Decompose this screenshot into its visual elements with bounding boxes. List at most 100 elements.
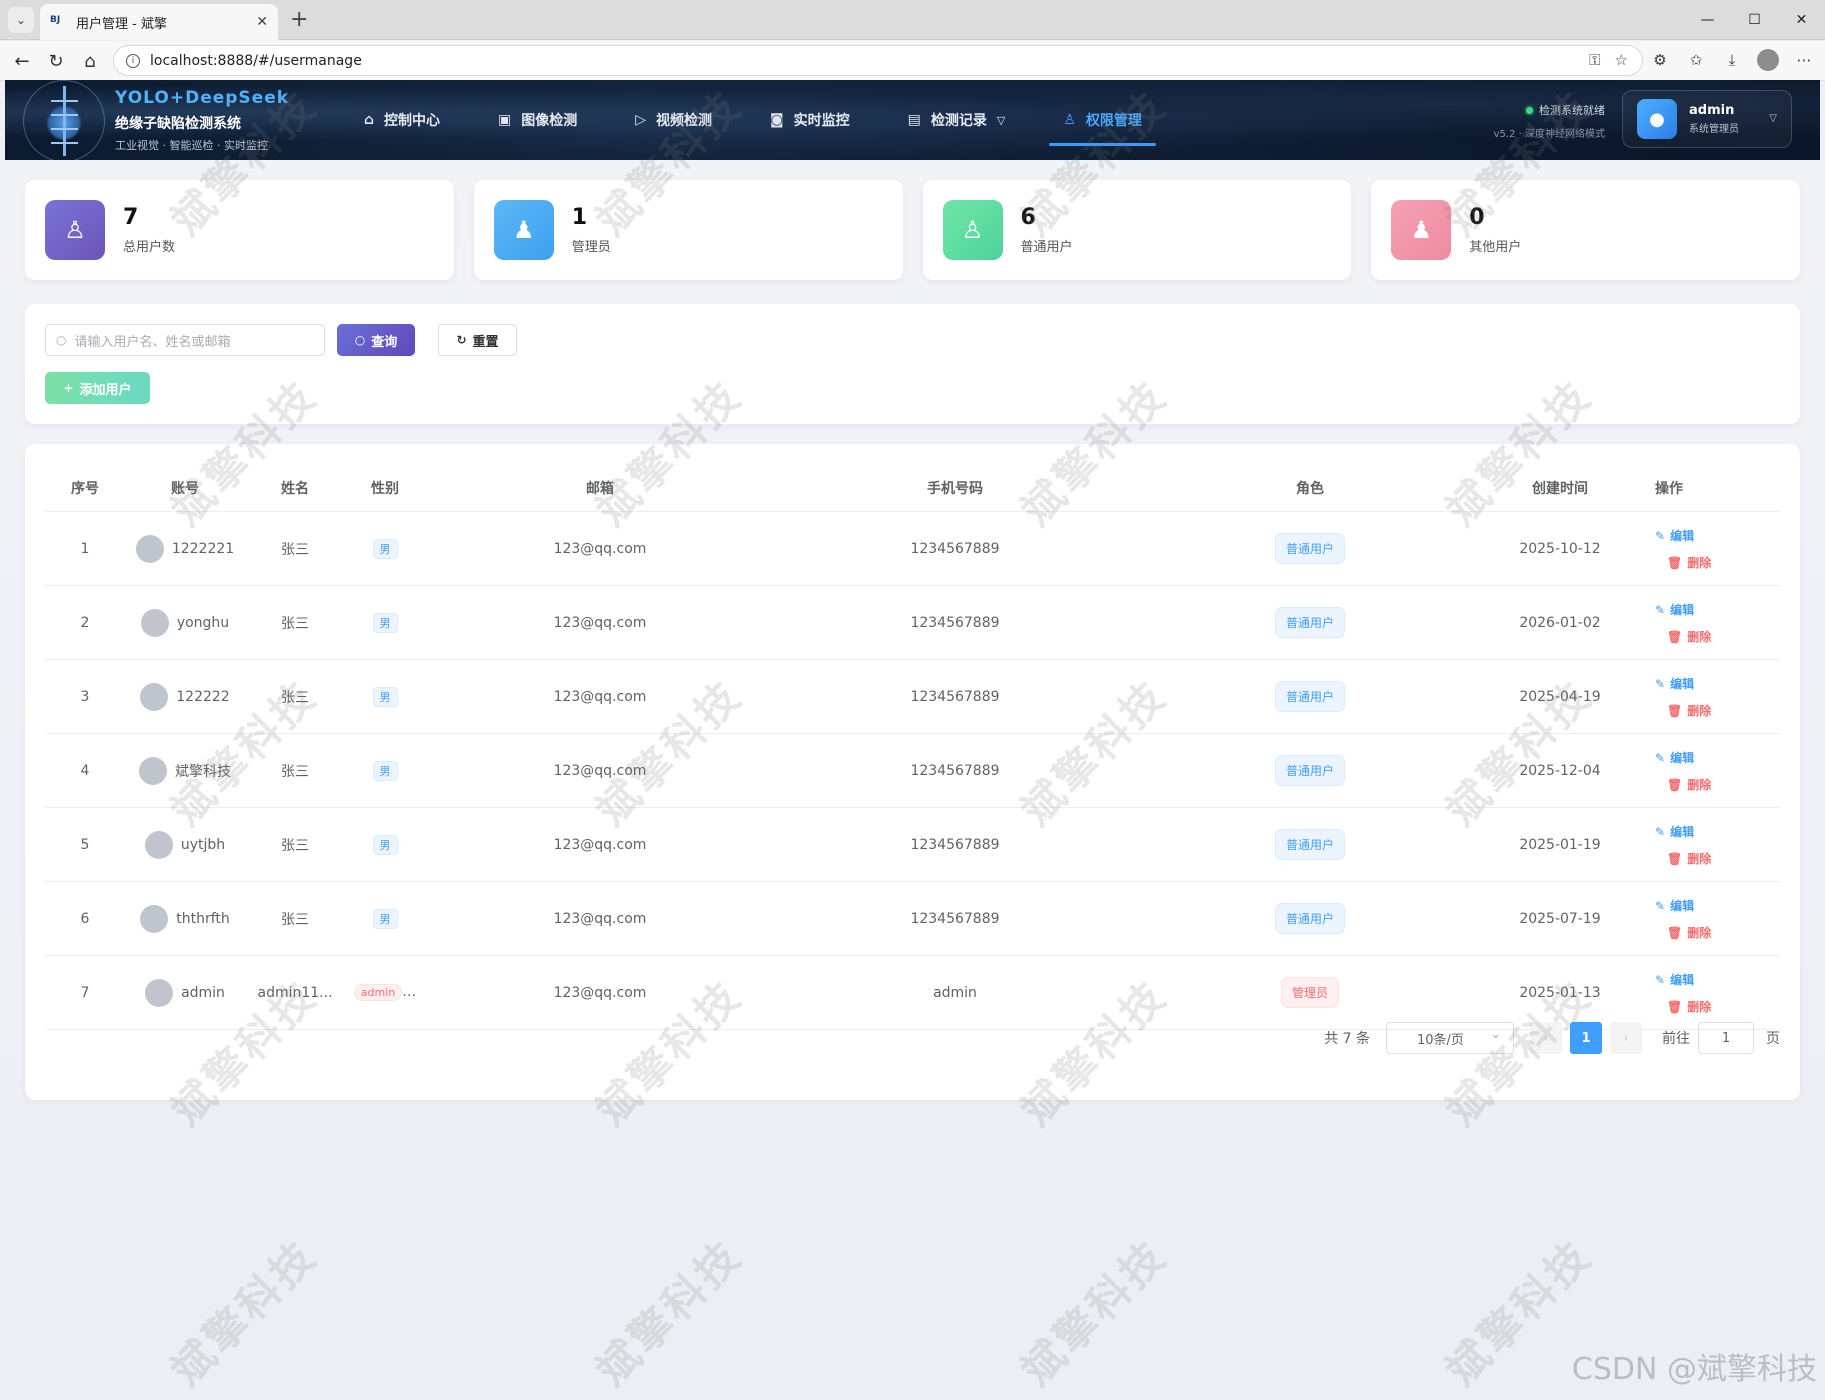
- edit-icon: ✎: [1655, 972, 1666, 987]
- more-menu-icon[interactable]: ⋯: [1793, 51, 1815, 69]
- close-tab-icon[interactable]: ✕: [256, 14, 268, 30]
- search-input[interactable]: ○ 请输入用户名、姓名或邮箱: [45, 324, 325, 356]
- add-user-button[interactable]: + 添加用户: [45, 372, 150, 404]
- delete-label: 删除: [1687, 925, 1712, 940]
- cell-phone: 1234567889: [910, 540, 1000, 557]
- edit-button[interactable]: ✎ 编辑: [1655, 601, 1694, 618]
- new-tab-plus-icon[interactable]: +: [290, 6, 308, 34]
- cell-phone: 1234567889: [910, 910, 1000, 927]
- nav-dashboard[interactable]: ⌂ 控制中心: [350, 80, 454, 160]
- reset-button[interactable]: ↻ 重置: [438, 324, 517, 356]
- cell-role: 普通用户: [1135, 607, 1485, 638]
- profile-avatar[interactable]: [1757, 49, 1779, 71]
- home-icon[interactable]: ⌂: [78, 49, 102, 73]
- user-name: admin: [1689, 103, 1735, 118]
- edit-button[interactable]: ✎ 编辑: [1655, 897, 1694, 914]
- delete-button[interactable]: 🗑 删除: [1667, 702, 1711, 719]
- goto-page-input[interactable]: 1: [1698, 1022, 1754, 1054]
- edit-button[interactable]: ✎ 编辑: [1655, 675, 1694, 692]
- table-row: 1 1222221 张三 男 123@qq.com 1234567889 普通用…: [45, 512, 1780, 586]
- cell-index: 6: [80, 910, 90, 927]
- edit-label: 编辑: [1670, 824, 1695, 839]
- role-tag: 普通用户: [1274, 829, 1345, 860]
- account-text: 122222: [176, 688, 230, 705]
- cell-email: 123@qq.com: [553, 540, 647, 557]
- edit-icon: ✎: [1655, 898, 1666, 913]
- next-page-icon[interactable]: ›: [1610, 1022, 1642, 1054]
- tab-list-chevron-icon[interactable]: ⌄: [8, 7, 34, 33]
- search-placeholder: 请输入用户名、姓名或邮箱: [74, 334, 231, 350]
- delete-button[interactable]: 🗑 删除: [1667, 628, 1711, 645]
- user-menu[interactable]: ● admin 系统管理员 ▽: [1622, 90, 1792, 148]
- logo-bar: [63, 86, 66, 156]
- page-suffix: 页: [1766, 1031, 1780, 1047]
- nav-video-detect[interactable]: ▷ 视频检测: [621, 80, 726, 160]
- prev-page-icon[interactable]: ‹: [1530, 1022, 1562, 1054]
- cell-role: 普通用户: [1135, 829, 1485, 860]
- maximize-icon[interactable]: ☐: [1731, 0, 1778, 40]
- back-arrow-icon[interactable]: ←: [10, 49, 34, 73]
- edit-button[interactable]: ✎ 编辑: [1655, 823, 1694, 840]
- url-text: localhost:8888/#/usermanage: [150, 52, 362, 69]
- logo-rung: [51, 100, 78, 102]
- browser-tab[interactable]: BJ 用户管理 - 斌擎 ✕: [40, 4, 278, 40]
- minimize-icon[interactable]: —: [1684, 0, 1731, 40]
- extensions-icon[interactable]: ⚙: [1649, 51, 1671, 69]
- delete-button[interactable]: 🗑 删除: [1667, 554, 1711, 571]
- key-icon[interactable]: ⚿: [1589, 51, 1600, 69]
- delete-label: 删除: [1687, 555, 1712, 570]
- search-icon: ○: [56, 333, 67, 347]
- watermark-text: 斌擎科技: [586, 1230, 752, 1396]
- delete-button[interactable]: 🗑 删除: [1667, 924, 1711, 941]
- favorite-star-icon[interactable]: ☆: [1615, 51, 1628, 69]
- cell-index: 3: [80, 688, 90, 705]
- cell-name: 张三: [281, 837, 309, 854]
- version-text: v5.2 · 深度神经网络模式: [1493, 129, 1605, 140]
- nav-label: 检测记录: [930, 113, 987, 129]
- page-size-select[interactable]: 10条/页: [1386, 1022, 1514, 1054]
- nav-label: 图像检测: [521, 113, 578, 129]
- edit-button[interactable]: ✎ 编辑: [1655, 527, 1694, 544]
- stat-value: 0: [1469, 205, 1485, 230]
- stat-value: 7: [123, 205, 139, 230]
- status-dot-icon: [1526, 106, 1533, 114]
- cell-created: 2025-04-19: [1519, 688, 1601, 705]
- nav-permission[interactable]: ♙ 权限管理: [1049, 80, 1156, 160]
- user-icon: ♙: [45, 200, 105, 260]
- delete-button[interactable]: 🗑 删除: [1667, 776, 1711, 793]
- delete-label: 删除: [1687, 999, 1712, 1014]
- nav-detect-records[interactable]: ▤ 检测记录 ▽: [894, 80, 1020, 160]
- cell-actions: ✎ 编辑 🗑 删除: [1635, 601, 1780, 645]
- trash-icon: 🗑: [1667, 999, 1683, 1014]
- nav-realtime-monitor[interactable]: ◙ 实时监控: [756, 80, 864, 160]
- cell-phone: 1234567889: [910, 688, 1000, 705]
- url-input[interactable]: i localhost:8888/#/usermanage ⚿ ☆: [113, 45, 1643, 76]
- cell-role: 普通用户: [1135, 903, 1485, 934]
- stat-label: 其他用户: [1469, 240, 1522, 255]
- brand-tagline: 工业视觉 · 智能巡检 · 实时监控: [115, 139, 268, 152]
- avatar: [145, 978, 174, 1007]
- cell-index: 5: [80, 836, 90, 853]
- delete-label: 删除: [1687, 851, 1712, 866]
- delete-button[interactable]: 🗑 删除: [1667, 850, 1711, 867]
- nav-label: 权限管理: [1085, 113, 1142, 129]
- nav-image-detect[interactable]: ▣ 图像检测: [484, 80, 591, 160]
- cell-actions: ✎ 编辑 🗑 删除: [1635, 897, 1780, 941]
- site-info-icon[interactable]: i: [126, 53, 140, 68]
- sex-tag: admin: [353, 984, 403, 1001]
- cell-index: 7: [80, 984, 90, 1001]
- query-button[interactable]: ○ 查询: [337, 324, 415, 356]
- reload-icon[interactable]: ↻: [44, 49, 68, 73]
- role-tag: 管理员: [1280, 977, 1339, 1008]
- favorites-icon[interactable]: ✩: [1685, 51, 1707, 69]
- cell-phone: 1234567889: [910, 614, 1000, 631]
- delete-button[interactable]: 🗑 删除: [1667, 998, 1711, 1015]
- cell-name: 张三: [281, 541, 309, 558]
- stats-row: ♙ 7 总用户数 ♟ 1 管理员 ♙ 6 普通用户 ♟ 0 其他用户: [25, 180, 1800, 280]
- edit-button[interactable]: ✎ 编辑: [1655, 971, 1694, 988]
- close-window-icon[interactable]: ✕: [1778, 0, 1825, 40]
- edit-button[interactable]: ✎ 编辑: [1655, 749, 1694, 766]
- cell-account: 1222221: [125, 534, 245, 563]
- page-number-current[interactable]: 1: [1570, 1022, 1602, 1054]
- download-icon[interactable]: ⤓: [1721, 51, 1743, 69]
